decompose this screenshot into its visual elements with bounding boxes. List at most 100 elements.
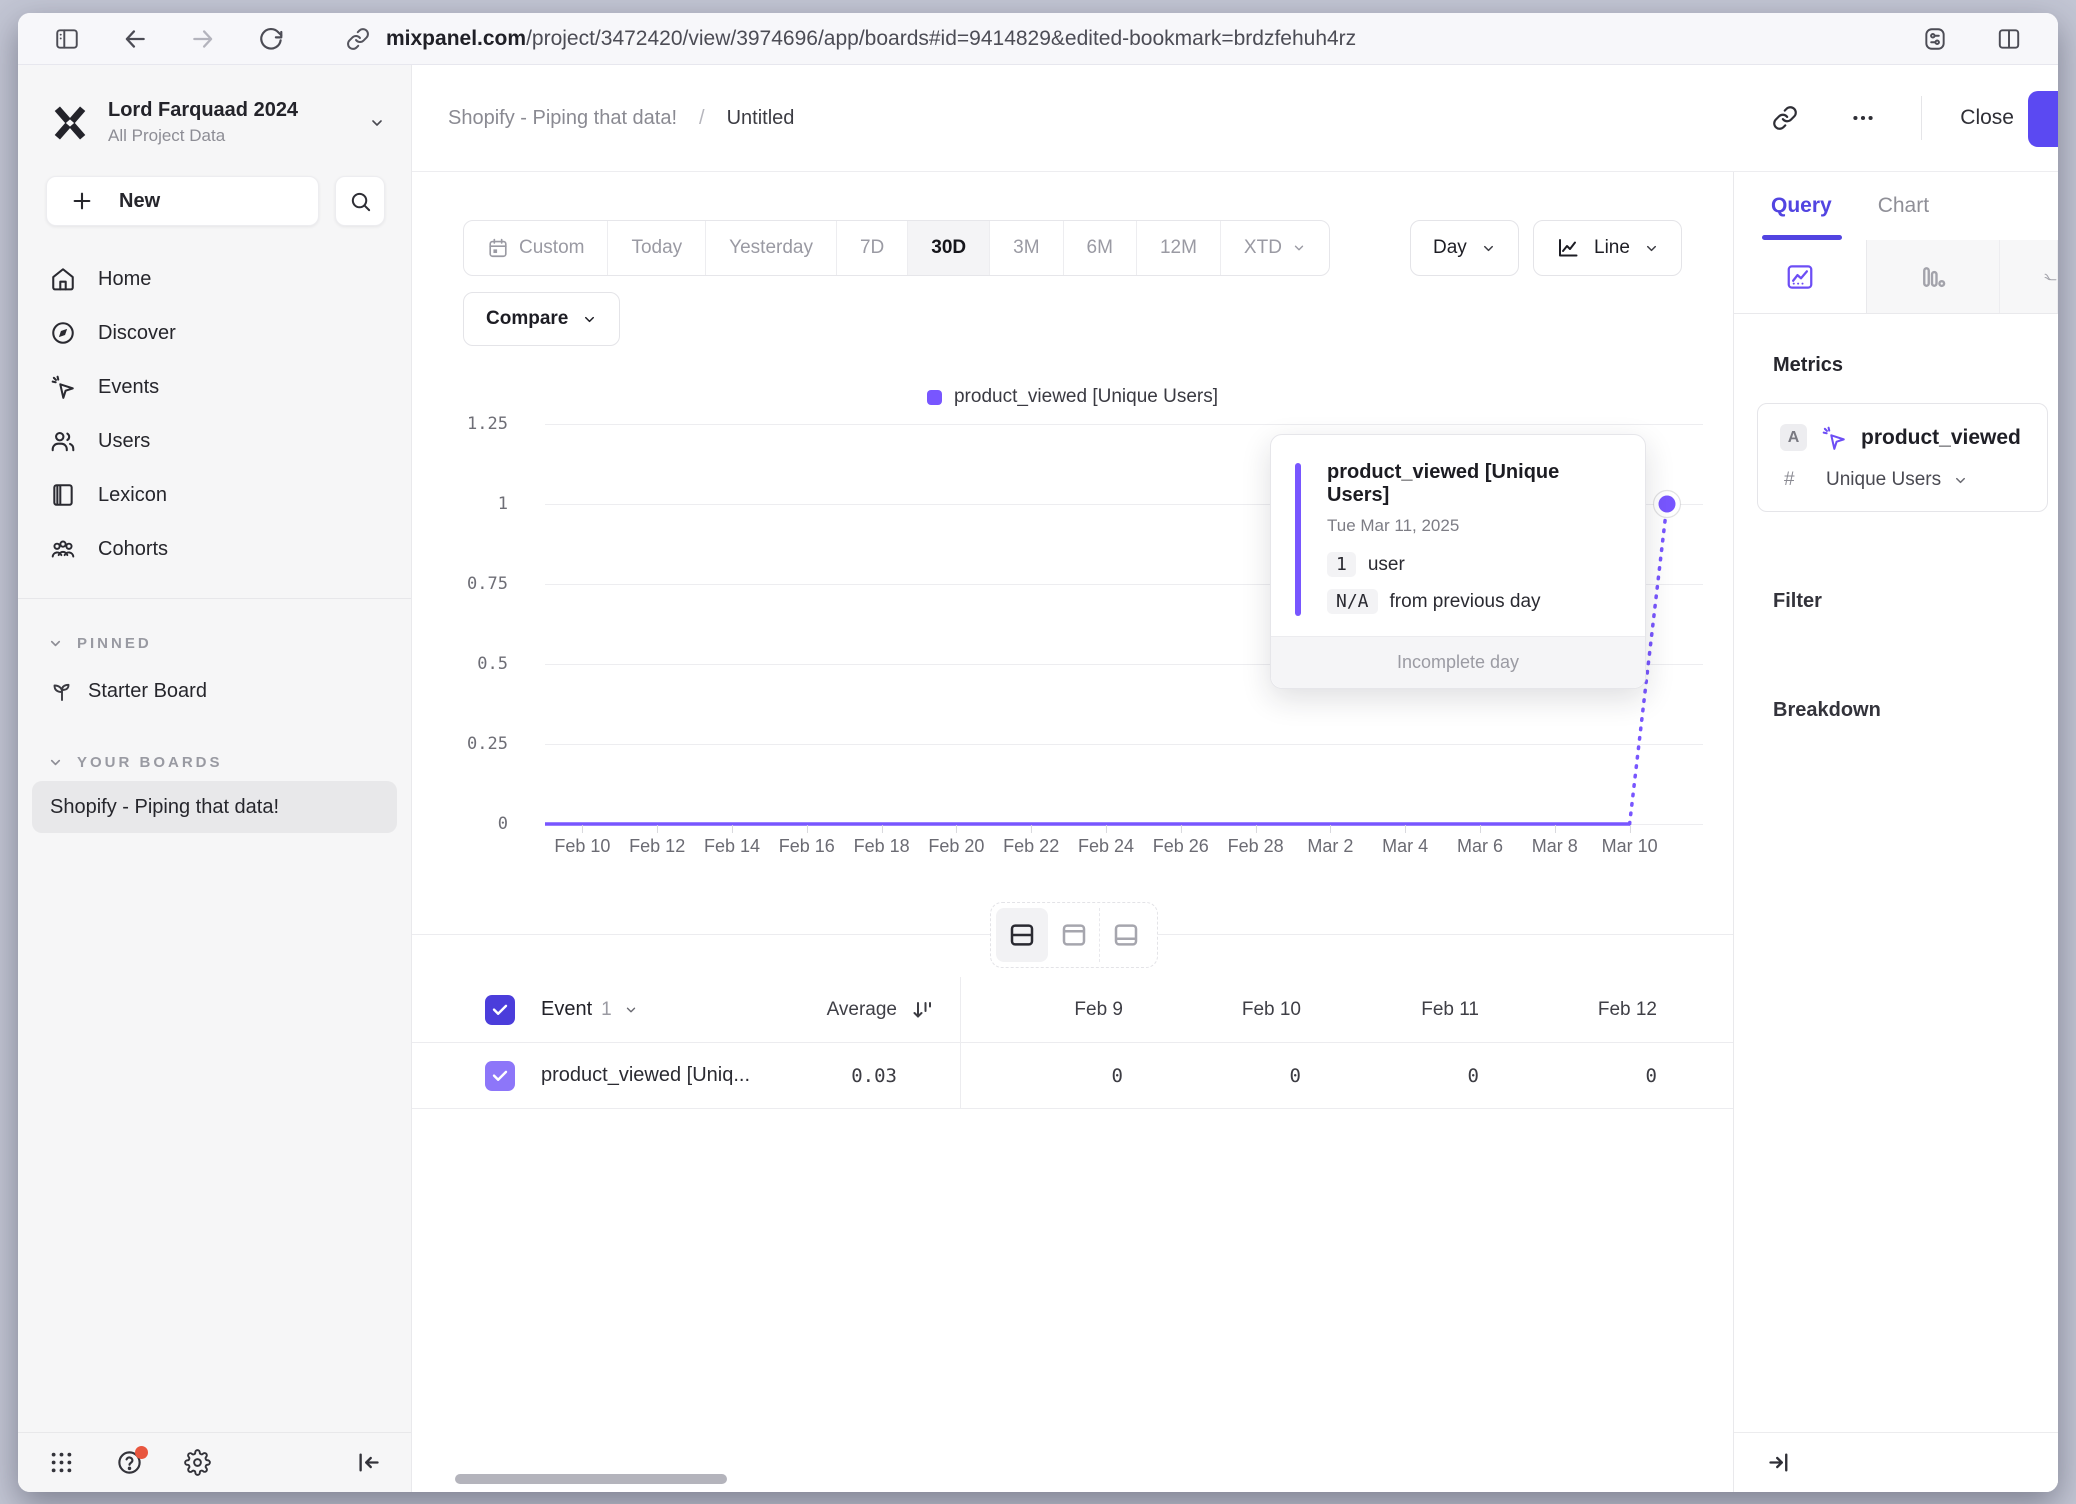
sidebar-item-label: Lexicon: [98, 484, 167, 507]
date-range-3m[interactable]: 3M: [990, 221, 1063, 275]
date-range-yesterday[interactable]: Yesterday: [706, 221, 837, 275]
header-divider: [1921, 96, 1922, 140]
x-tick-label: Mar 6: [1457, 836, 1503, 857]
browser-forward-icon[interactable]: [180, 16, 226, 62]
metric-aggregation[interactable]: Unique Users: [1826, 469, 1941, 491]
layout-split-toggle[interactable]: [996, 908, 1048, 962]
sidebar-item-discover[interactable]: Discover: [18, 306, 411, 360]
line-chart-icon: [1785, 262, 1815, 292]
x-tick-label: Feb 20: [928, 836, 984, 857]
help-icon[interactable]: [112, 1446, 146, 1480]
compare-label: Compare: [486, 308, 568, 330]
layout-table-only-toggle[interactable]: [1100, 908, 1152, 962]
close-button[interactable]: Close: [1960, 106, 2014, 130]
check-icon: [491, 1067, 509, 1085]
date-range-xtd[interactable]: XTD: [1221, 221, 1329, 275]
date-range-6m[interactable]: 6M: [1064, 221, 1137, 275]
line-chart-icon: [1556, 236, 1580, 260]
horizontal-scrollbar-thumb[interactable]: [455, 1474, 727, 1484]
y-tick-label: 0.25: [467, 734, 508, 754]
breadcrumb-page-title[interactable]: Untitled: [727, 107, 795, 130]
project-name: Lord Farquaad 2024: [108, 99, 353, 122]
tooltip-change: N/A: [1327, 589, 1378, 614]
plus-icon: [71, 190, 93, 212]
sidebar-item-home[interactable]: Home: [18, 252, 411, 306]
column-header-feb-10[interactable]: Feb 10: [1139, 999, 1317, 1021]
browser-toolbar-right: [1912, 16, 2032, 62]
x-tick-label: Feb 14: [704, 836, 760, 857]
event-column-label[interactable]: Event: [541, 998, 592, 1021]
column-header-feb-12[interactable]: Feb 12: [1495, 999, 1673, 1021]
active-tab-underline: [1762, 235, 1842, 240]
column-header-feb-9[interactable]: Feb 9: [961, 999, 1139, 1021]
column-header-feb-11[interactable]: Feb 11: [1317, 999, 1495, 1021]
metric-event-name: product_viewed: [1861, 426, 2021, 450]
chevron-down-icon: [582, 312, 597, 327]
x-tick-label: Feb 10: [554, 836, 610, 857]
tab-query[interactable]: Query: [1771, 194, 1832, 218]
chart-legend[interactable]: product_viewed [Unique Users]: [412, 386, 1733, 408]
chart-x-axis: Feb 10Feb 12Feb 14Feb 16Feb 18Feb 20Feb …: [412, 836, 1733, 862]
apps-grid-icon[interactable]: [44, 1446, 78, 1480]
sidebar-item-board-shopify[interactable]: Shopify - Piping that data!: [32, 781, 397, 833]
tab-chart[interactable]: Chart: [1878, 194, 1929, 218]
y-tick-label: 0.75: [467, 574, 508, 594]
tooltip-date: Tue Mar 11, 2025: [1327, 516, 1621, 536]
chart-type-dropdown[interactable]: Line: [1533, 220, 1682, 276]
metric-letter-badge: A: [1780, 424, 1807, 451]
date-range-custom[interactable]: Custom: [464, 221, 608, 275]
browser-sidebar-toggle-icon[interactable]: [44, 16, 90, 62]
collapse-panel-icon[interactable]: [1762, 1446, 1796, 1480]
browser-extensions-icon[interactable]: [1912, 16, 1958, 62]
date-range-today[interactable]: Today: [608, 221, 706, 275]
sidebar-item-cohorts[interactable]: Cohorts: [18, 522, 411, 576]
viz-tab-line[interactable]: [1734, 240, 1867, 313]
browser-back-icon[interactable]: [112, 16, 158, 62]
panel-tabs: Query Chart: [1734, 172, 2058, 240]
y-tick-label: 0.5: [477, 654, 508, 674]
date-range-12m[interactable]: 12M: [1137, 221, 1221, 275]
row-event-name[interactable]: product_viewed [Uniq...: [541, 1064, 767, 1087]
pinned-section-header[interactable]: PINNED: [18, 635, 411, 652]
new-button[interactable]: New: [46, 176, 319, 226]
tooltip-footer-note: Incomplete day: [1271, 636, 1645, 688]
x-tick-label: Feb 28: [1228, 836, 1284, 857]
viz-tab-funnel[interactable]: [2000, 240, 2058, 313]
layout-chart-only-toggle[interactable]: [1048, 908, 1100, 962]
users-icon: [50, 428, 76, 454]
sidebar-item-lexicon[interactable]: Lexicon: [18, 468, 411, 522]
compare-button[interactable]: Compare: [463, 292, 620, 346]
sort-descending-icon[interactable]: [897, 998, 935, 1022]
browser-reload-icon[interactable]: [248, 16, 294, 62]
save-button-partial[interactable]: [2028, 91, 2058, 147]
settings-gear-icon[interactable]: [180, 1446, 214, 1480]
sidebar-item-events[interactable]: Events: [18, 360, 411, 414]
browser-url-bar[interactable]: mixpanel.com/project/3472420/view/397469…: [346, 27, 1912, 51]
copy-link-icon[interactable]: [1765, 98, 1805, 138]
granularity-dropdown[interactable]: Day: [1410, 220, 1519, 276]
event-cursor-icon: [50, 374, 76, 400]
viz-tab-bar[interactable]: [1867, 240, 2000, 313]
project-switcher[interactable]: Lord Farquaad 2024 All Project Data: [48, 99, 385, 146]
select-all-checkbox[interactable]: [485, 995, 515, 1025]
row-average-value: 0.03: [767, 1065, 897, 1087]
row-checkbox[interactable]: [485, 1061, 515, 1091]
breadcrumb-board[interactable]: Shopify - Piping that data!: [448, 107, 677, 130]
sidebar-item-label: Events: [98, 376, 159, 399]
browser-window: mixpanel.com/project/3472420/view/397469…: [18, 13, 2058, 1492]
content-column: Shopify - Piping that data! / Untitled C…: [412, 65, 2058, 1492]
date-range-7d[interactable]: 7D: [837, 221, 908, 275]
more-options-icon[interactable]: [1843, 98, 1883, 138]
metrics-heading: Metrics: [1773, 354, 2058, 377]
sidebar-item-users[interactable]: Users: [18, 414, 411, 468]
search-button[interactable]: [335, 176, 385, 226]
chevron-down-icon: [1953, 473, 1968, 488]
collapse-sidebar-icon[interactable]: [351, 1446, 385, 1480]
browser-split-view-icon[interactable]: [1986, 16, 2032, 62]
date-range-30d[interactable]: 30D: [908, 221, 990, 275]
your-boards-section-header[interactable]: YOUR BOARDS: [18, 754, 411, 771]
metric-card[interactable]: A product_viewed # Unique Users: [1757, 403, 2048, 512]
sidebar-item-starter-board[interactable]: Starter Board: [18, 664, 411, 718]
average-column-label[interactable]: Average: [767, 999, 897, 1021]
chevron-down-icon[interactable]: [624, 1003, 638, 1017]
